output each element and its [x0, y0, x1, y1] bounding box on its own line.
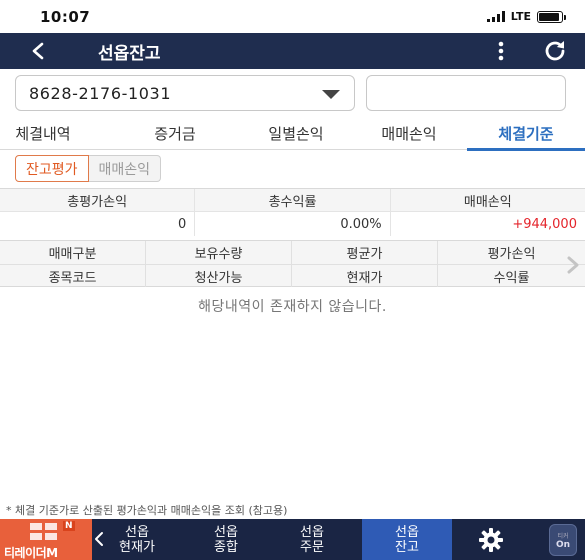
nav-futures-order[interactable]: 선옵 주문 [272, 519, 352, 560]
toggle-balance-eval[interactable]: 잔고평가 [15, 155, 89, 182]
summary-table: 총평가손익 총수익률 매매손익 0 0.00% +944,000 [0, 188, 585, 236]
col-return-rate: 수익률 [493, 270, 530, 286]
view-toggle: 잔고평가 매매손익 [15, 155, 162, 182]
nav-futures-overview-line2: 종합 [214, 539, 238, 555]
chevron-left-icon [32, 42, 44, 60]
ticker-toggle-label: 티커 [557, 532, 569, 540]
account-row: 8628-2176-1031 [0, 69, 585, 118]
nav-futures-overview-line1: 선옵 [214, 524, 238, 540]
nav-futures-balance-line2: 잔고 [395, 539, 419, 555]
nav-futures-order-line1: 선옵 [300, 524, 324, 540]
nav-futures-balance-line1: 선옵 [395, 524, 419, 540]
dropdown-caret-icon [322, 90, 340, 99]
battery-level [539, 12, 559, 21]
empty-state-message: 해당내역이 존재하지 않습니다. [198, 299, 387, 315]
tab-bar: 체결내역 증거금 일별손익 매매손익 체결기준 [0, 118, 585, 151]
tab-daily-pnl[interactable]: 일별손익 [240, 118, 352, 149]
tab-margin[interactable]: 증거금 [120, 118, 230, 149]
summary-trading-pnl: +944,000 [512, 216, 577, 232]
network-label: LTE [510, 10, 531, 23]
col-trade-type: 매매구분 [0, 241, 146, 264]
summary-header-total-return: 총수익률 [195, 189, 391, 211]
col-holding-qty: 보유수량 [146, 241, 292, 264]
password-input[interactable] [366, 75, 566, 111]
nav-futures-quote-line1: 선옵 [125, 524, 149, 540]
back-button[interactable] [20, 37, 56, 65]
col-eval-pnl: 평가손익 [487, 247, 536, 262]
ticker-toggle-state: On [555, 539, 571, 550]
brand-name: 티레이더M [4, 546, 58, 560]
new-badge: N [63, 521, 75, 531]
grid-header-row-2: 종목코드 청산가능 현재가 수익률 [0, 264, 585, 287]
page-title: 선옵잔고 [98, 44, 161, 64]
summary-total-return: 0.00% [195, 212, 391, 236]
summary-value-row: 0 0.00% +944,000 [0, 212, 585, 236]
col-symbol-code: 종목코드 [0, 265, 146, 287]
nav-futures-balance[interactable]: 선옵 잔고 [362, 519, 452, 560]
nav-futures-quote-line2: 현재가 [119, 539, 155, 555]
battery-icon [537, 10, 566, 23]
col-current-price: 현재가 [292, 265, 438, 287]
status-indicators: LTE [486, 10, 566, 23]
summary-total-eval-pnl: 0 [0, 212, 196, 236]
nav-futures-overview[interactable]: 선옵 종합 [186, 519, 266, 560]
status-time: 10:07 [40, 8, 91, 26]
col-closable-qty: 청산가능 [146, 265, 292, 287]
tab-execution-basis[interactable]: 체결기준 [467, 118, 585, 151]
bottom-nav: N 티레이더M 선옵 현재가 선옵 종합 선옵 주문 선옵 잔고 티커 On [0, 519, 585, 560]
positions-grid-header: 매매구분 보유수량 평균가 평가손익 종목코드 청산가능 현재가 수익률 [0, 240, 585, 287]
footnote: * 체결 기준가로 산출된 평가손익과 매매손익을 조회 (참고용) [6, 504, 288, 517]
refresh-button[interactable] [539, 36, 571, 66]
summary-header-total-eval-pnl: 총평가손익 [0, 189, 196, 211]
account-number: 8628-2176-1031 [29, 84, 172, 103]
scroll-right-icon[interactable] [565, 255, 581, 275]
tab-execution-history[interactable]: 체결내역 [0, 118, 86, 149]
nav-prev-icon[interactable] [92, 529, 106, 549]
more-menu-button[interactable] [487, 37, 515, 65]
signal-icon [486, 11, 505, 22]
more-vertical-icon [498, 41, 504, 61]
summary-header-row: 총평가손익 총수익률 매매손익 [0, 189, 585, 212]
summary-header-trading-pnl: 매매손익 [463, 194, 512, 210]
status-bar: 10:07 LTE [0, 0, 585, 33]
refresh-icon [545, 41, 565, 61]
brand-menu-button[interactable]: N 티레이더M [0, 519, 92, 560]
nav-futures-order-line2: 주문 [300, 539, 324, 555]
toggle-trading-pnl[interactable]: 매매손익 [88, 155, 162, 182]
grid-header-row-1: 매매구분 보유수량 평균가 평가손익 [0, 241, 585, 264]
col-avg-price: 평균가 [292, 241, 438, 264]
gear-icon[interactable] [478, 527, 504, 553]
app-header: 선옵잔고 [0, 33, 585, 69]
screen: 10:07 LTE 선옵잔고 8628-2176-1031 체결내역 증거금 일… [0, 0, 585, 560]
account-select[interactable]: 8628-2176-1031 [15, 75, 355, 111]
nav-futures-quote[interactable]: 선옵 현재가 [106, 519, 168, 560]
tab-trading-pnl[interactable]: 매매손익 [355, 118, 463, 149]
brand-logo-icon [30, 523, 60, 541]
ticker-toggle[interactable]: 티커 On [549, 524, 577, 556]
